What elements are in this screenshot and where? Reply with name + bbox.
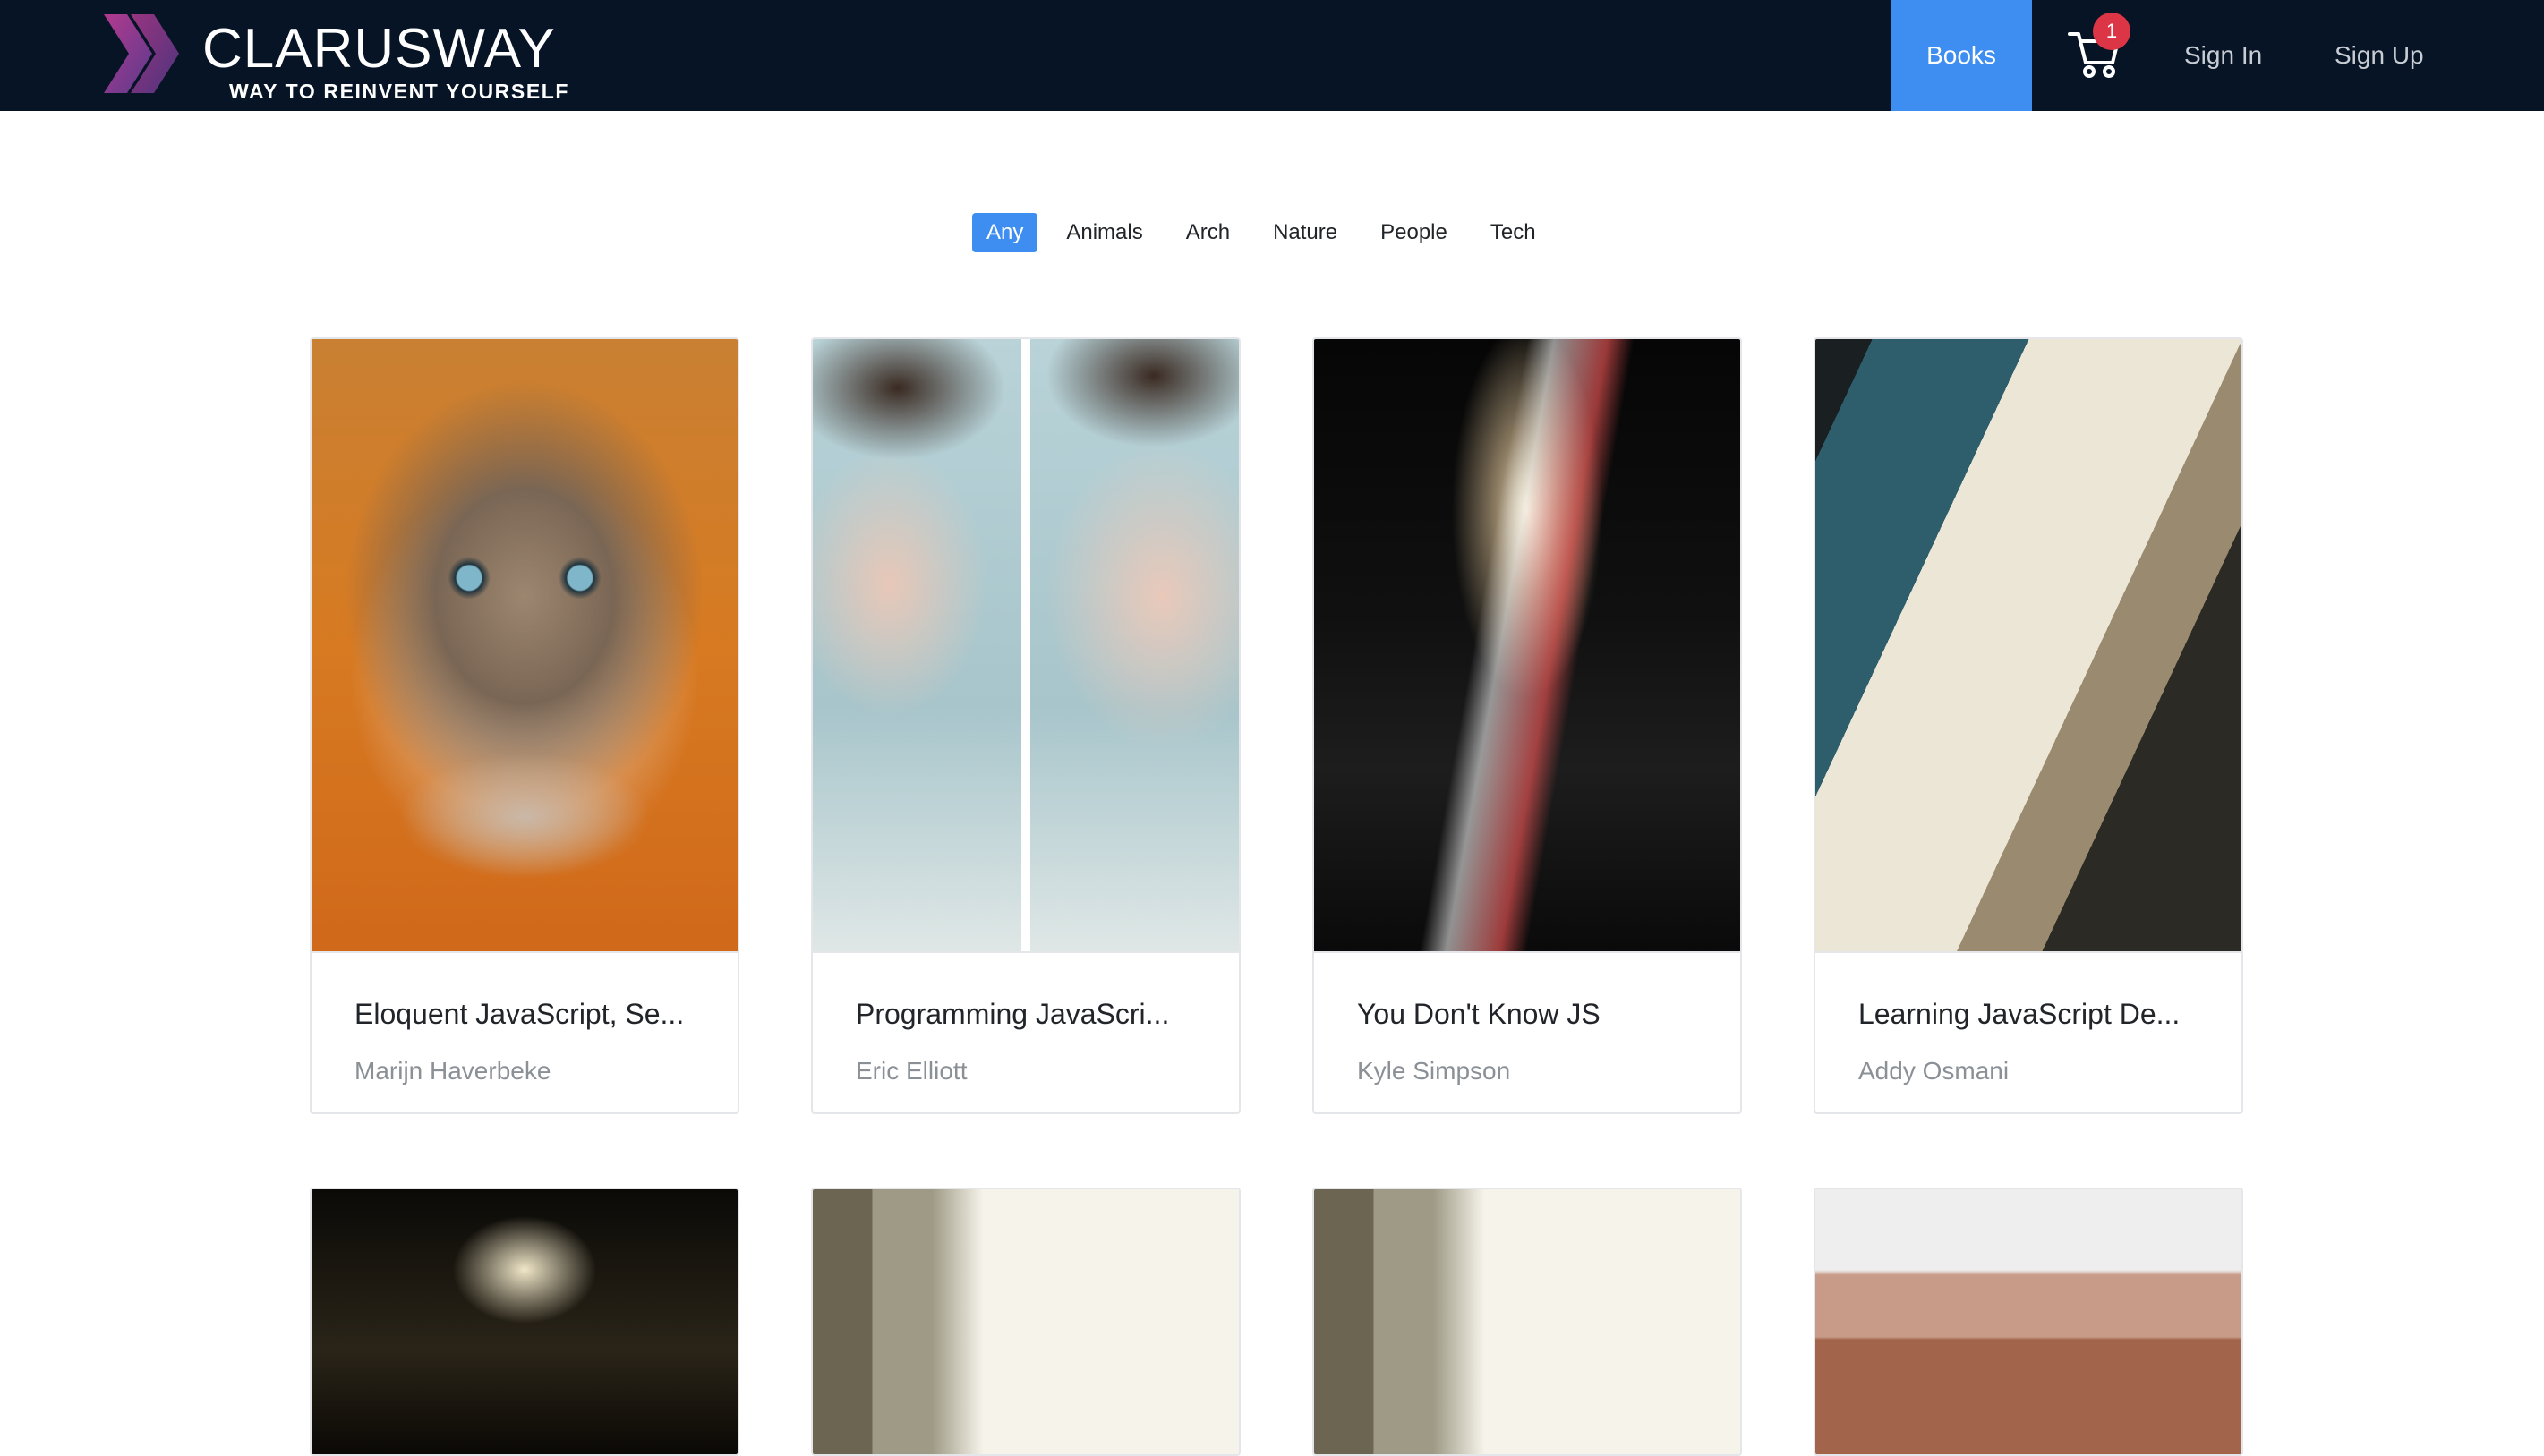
book-cover-image	[1815, 339, 2241, 951]
filter-people[interactable]: People	[1366, 213, 1462, 252]
book-card[interactable]	[811, 1188, 1241, 1456]
filter-tech[interactable]: Tech	[1476, 213, 1550, 252]
navbar: CLARUSWAY WAY TO REINVENT YOURSELF Books…	[0, 0, 2544, 111]
book-title: Programming JavaScri...	[856, 998, 1170, 1030]
book-author: Kyle Simpson	[1357, 1057, 1511, 1085]
filter-nature[interactable]: Nature	[1259, 213, 1352, 252]
book-cover-image	[1815, 1189, 2241, 1454]
brand-logo[interactable]: CLARUSWAY WAY TO REINVENT YOURSELF	[100, 9, 602, 102]
book-cover-image	[813, 339, 1239, 951]
chevron-logo-icon	[104, 14, 179, 93]
book-card-body: Programming JavaScri... Eric Elliott	[813, 951, 1239, 1112]
book-cover-image	[813, 1189, 1239, 1454]
book-card[interactable]	[1814, 1188, 2243, 1456]
filter-arch[interactable]: Arch	[1172, 213, 1244, 252]
sign-in-link[interactable]: Sign In	[2184, 0, 2262, 111]
book-card[interactable]	[310, 1188, 739, 1456]
book-author: Eric Elliott	[856, 1057, 968, 1085]
cart-count-badge: 1	[2093, 13, 2130, 50]
category-filters: Any Animals Arch Nature People Tech	[972, 213, 1550, 252]
book-card-body: Eloquent JavaScript, Se... Marijn Haverb…	[312, 951, 738, 1112]
filter-any[interactable]: Any	[972, 213, 1038, 252]
book-cover-image	[1314, 1189, 1740, 1454]
book-author: Addy Osmani	[1858, 1057, 2010, 1085]
brand-title: CLARUSWAY	[202, 18, 556, 80]
nav-books-link[interactable]: Books	[1891, 0, 2032, 111]
book-cover-image	[1314, 339, 1740, 951]
book-card[interactable]: You Don't Know JS Kyle Simpson	[1312, 337, 1742, 1114]
book-card[interactable]: Programming JavaScri... Eric Elliott	[811, 337, 1241, 1114]
brand-tagline: WAY TO REINVENT YOURSELF	[229, 80, 570, 103]
book-author: Marijn Haverbeke	[354, 1057, 551, 1085]
book-card[interactable]	[1312, 1188, 1742, 1456]
book-card-body: You Don't Know JS Kyle Simpson	[1314, 951, 1740, 1112]
book-cover-image	[312, 1189, 738, 1454]
book-title: You Don't Know JS	[1357, 998, 1601, 1030]
book-cover-image	[312, 339, 738, 951]
book-card-body: Learning JavaScript De... Addy Osmani	[1815, 951, 2241, 1112]
sign-up-link[interactable]: Sign Up	[2335, 0, 2424, 111]
book-title: Learning JavaScript De...	[1858, 998, 2181, 1030]
filter-animals[interactable]: Animals	[1052, 213, 1157, 252]
book-title: Eloquent JavaScript, Se...	[354, 998, 685, 1030]
book-card[interactable]: Learning JavaScript De... Addy Osmani	[1814, 337, 2243, 1114]
book-card[interactable]: Eloquent JavaScript, Se... Marijn Haverb…	[310, 337, 739, 1114]
